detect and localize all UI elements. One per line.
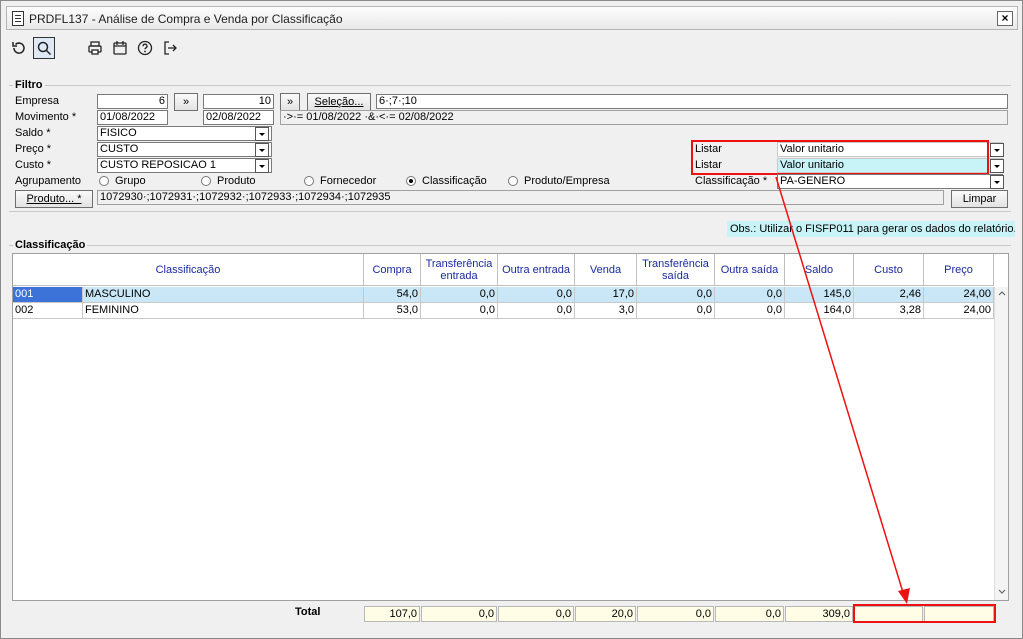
main-window: PRDFL137 - Análise de Compra e Venda por… [0, 0, 1023, 639]
annotation-arrow-icon [775, 176, 910, 604]
